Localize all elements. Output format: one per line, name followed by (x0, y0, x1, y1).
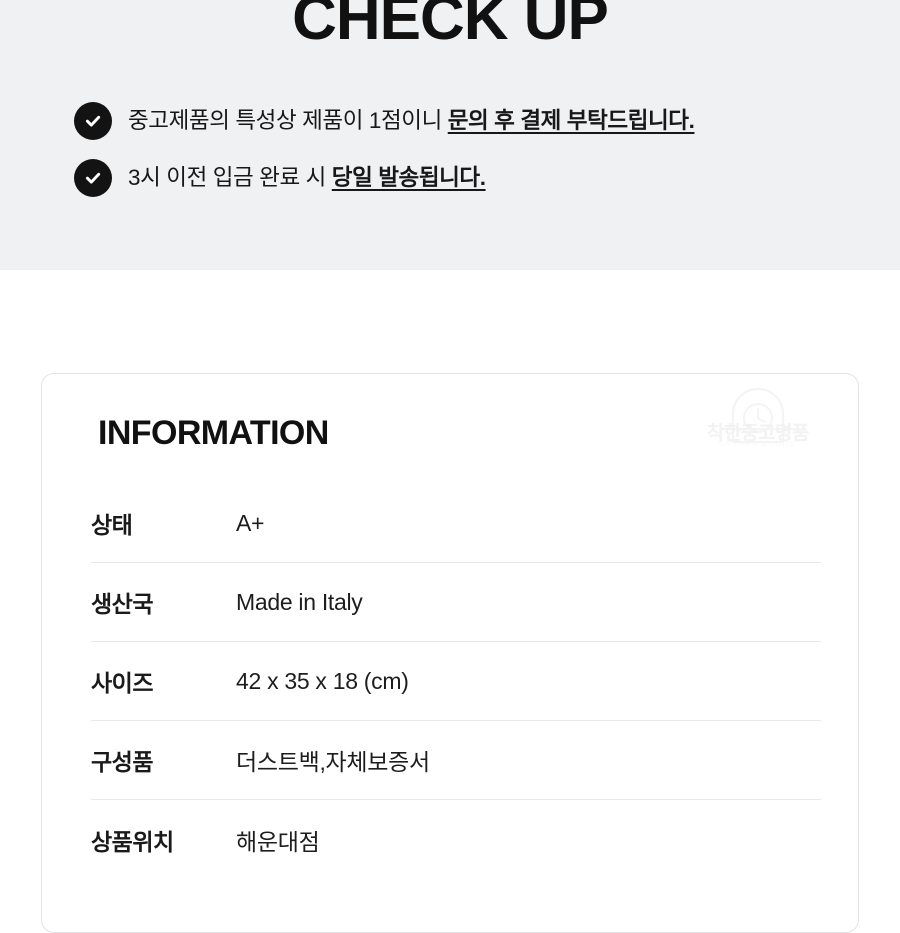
notice-text-emphasis: 문의 후 결제 부탁드립니다. (447, 107, 695, 133)
brand-watermark: 착한중고명품 LUXURY GOODS (693, 386, 823, 468)
row-label: 상태 (91, 512, 133, 538)
table-row: 사이즈 42 x 35 x 18 (cm) (91, 642, 821, 721)
notice-text-plain: 중고제품의 특성상 제품이 1점이니 (128, 107, 448, 133)
table-row: 구성품 더스트백,자체보증서 (91, 721, 821, 800)
information-table: 상태 A+ 생산국 Made in Italy 사이즈 42 x 35 x 18… (91, 484, 821, 879)
brand-name: 착한중고명품 (707, 423, 809, 444)
row-label: 상품위치 (91, 828, 174, 855)
row-value: 42 x 35 x 18 (cm) (236, 667, 409, 694)
list-item: 중고제품의 특성상 제품이 1점이니 문의 후 결제 부탁드립니다. (74, 102, 874, 140)
notice-text-plain: 3시 이전 입금 완료 시 (128, 164, 332, 190)
row-label: 사이즈 (91, 670, 153, 696)
row-value: Made in Italy (236, 588, 363, 615)
section-spacer (0, 270, 900, 373)
list-item: 3시 이전 입금 완료 시 당일 발송됩니다. (74, 159, 874, 197)
checkup-section: CHECK UP 중고제품의 특성상 제품이 1점이니 문의 후 결제 부탁드립… (0, 0, 900, 270)
row-value: A+ (236, 509, 265, 536)
checkup-notice-list: 중고제품의 특성상 제품이 1점이니 문의 후 결제 부탁드립니다. 3시 이전… (74, 102, 874, 216)
brand-subtitle: LUXURY GOODS (720, 441, 796, 448)
row-value: 해운대점 (236, 828, 320, 855)
notice-text: 중고제품의 특성상 제품이 1점이니 문의 후 결제 부탁드립니다. (128, 106, 695, 136)
table-row: 상품위치 해운대점 (91, 800, 821, 879)
check-circle-icon (74, 102, 112, 140)
notice-text: 3시 이전 입금 완료 시 당일 발송됩니다. (128, 163, 486, 193)
information-heading: INFORMATION (98, 414, 329, 452)
row-label: 구성품 (91, 749, 153, 775)
information-card: INFORMATION 착한중고명품 LUXURY GOODS 상태 A+ 생산… (41, 373, 859, 933)
check-circle-icon (74, 159, 112, 197)
notice-text-emphasis: 당일 발송됩니다. (331, 164, 486, 190)
row-value: 더스트백,자체보증서 (236, 749, 430, 775)
page-title: CHECK UP (292, 0, 609, 53)
table-row: 생산국 Made in Italy (91, 563, 821, 642)
handbag-clock-icon (721, 388, 795, 444)
row-label: 생산국 (91, 591, 153, 617)
table-row: 상태 A+ (91, 484, 821, 563)
